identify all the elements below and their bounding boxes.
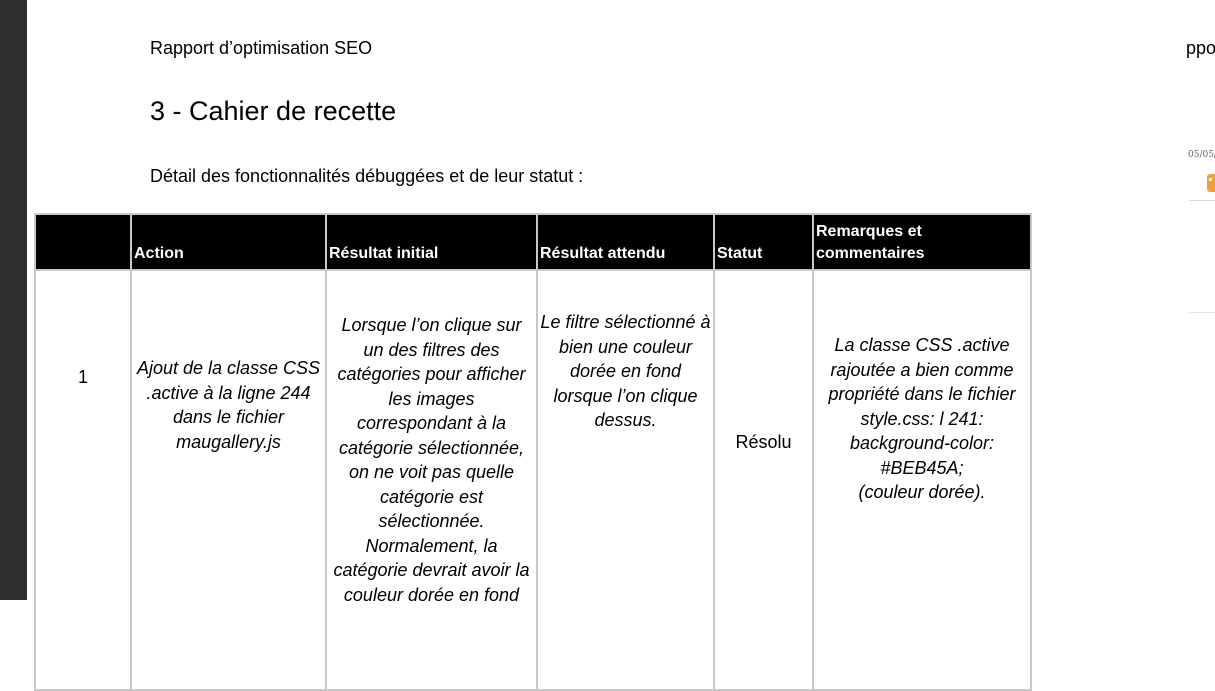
row-number: 1 <box>77 367 88 387</box>
expected-result-cell: Le filtre sélectionné à bien une couleur… <box>536 269 715 691</box>
next-page-date: 05/05/ <box>1188 150 1215 160</box>
header-cell-remarks: Remarques et commentaires <box>812 213 1032 271</box>
table-row: 1 Ajout de la classe CSS .active à la li… <box>34 269 1032 691</box>
table-header-row: Action Résultat initial Résultat attendu… <box>34 213 1032 271</box>
page-header: Rapport d’optimisation SEO <box>150 38 373 58</box>
remarks-line: La classe CSS .active rajoutée a bien co… <box>828 335 1016 429</box>
expected-result-text: Le filtre sélectionné à bien une couleur… <box>540 312 711 430</box>
header-cell-status: Statut <box>713 213 814 271</box>
action-cell: Ajout de la classe CSS .active à la lign… <box>130 269 327 691</box>
intro-text: Détail des fonctionnalités débuggées et … <box>150 166 584 186</box>
header-cell-action: Action <box>130 213 327 271</box>
viewer-left-rail <box>0 0 27 600</box>
initial-result-cell: Lorsque l’on clique sur un des filtres d… <box>325 269 538 691</box>
screenshot-thumbnail-icon <box>1207 174 1215 192</box>
status-text: Résolu <box>735 432 792 452</box>
section-title: 3 - Cahier de recette <box>150 96 397 126</box>
row-number-cell: 1 <box>34 269 132 691</box>
action-text: Ajout de la classe CSS .active à la lign… <box>136 358 321 452</box>
remarks-line: background-color: #BEB45A; <box>849 433 995 478</box>
document-page: Rapport d’optimisation SEO 3 - Cahier de… <box>27 0 1187 691</box>
remarks-line: (couleur dorée). <box>858 482 986 502</box>
test-table: Action Résultat initial Résultat attendu… <box>34 213 1032 691</box>
initial-result-text: Lorsque l’on clique sur un des filtres d… <box>333 315 530 605</box>
header-cell-expected-result: Résultat attendu <box>536 213 715 271</box>
header-cell-number <box>34 213 132 271</box>
header-cell-initial-result: Résultat initial <box>325 213 538 271</box>
remarks-cell: La classe CSS .active rajoutée a bien co… <box>812 269 1032 691</box>
divider <box>1189 312 1215 313</box>
divider <box>1189 200 1215 201</box>
next-page-preview: Rapport d’optimisation SEO 05/05/ <box>1187 0 1215 600</box>
next-page-header: Rapport d’optimisation SEO <box>1187 38 1215 58</box>
status-cell: Résolu <box>713 269 814 691</box>
